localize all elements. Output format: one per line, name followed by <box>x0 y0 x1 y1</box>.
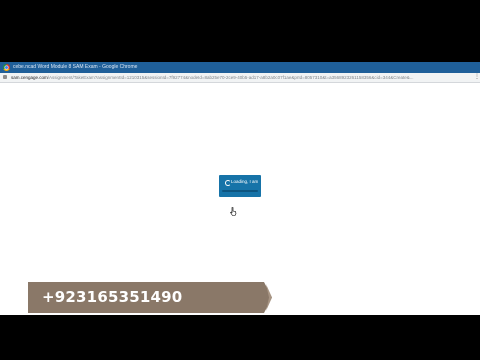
browser-title-bar: cebe.ncad Word Module 8 SAM Exam - Googl… <box>0 62 480 73</box>
mouse-cursor-icon <box>230 207 237 216</box>
loading-overlay: Loading, I am <box>219 175 261 197</box>
page-content: Loading, I am <box>0 83 480 315</box>
lock-icon <box>3 75 7 79</box>
url-host: sam.cengage.com <box>11 75 48 80</box>
chrome-logo-icon <box>3 64 10 71</box>
url-path: /Assignment/TakeExam?assignmentId=121031… <box>47 75 414 80</box>
progress-bar <box>222 190 258 192</box>
phone-banner: +923165351490 <box>28 282 272 313</box>
browser-menu-icon[interactable]: ⋮ <box>474 74 480 81</box>
address-bar[interactable]: sam.cengage.com/Assignment/TakeExam?assi… <box>0 73 480 83</box>
loading-label: Loading, I am <box>231 179 259 184</box>
screen: cebe.ncad Word Module 8 SAM Exam - Googl… <box>0 62 480 315</box>
url-text[interactable]: sam.cengage.com/Assignment/TakeExam?assi… <box>11 73 466 82</box>
phone-number: +923165351490 <box>42 288 183 306</box>
window-title: cebe.ncad Word Module 8 SAM Exam - Googl… <box>13 64 138 70</box>
